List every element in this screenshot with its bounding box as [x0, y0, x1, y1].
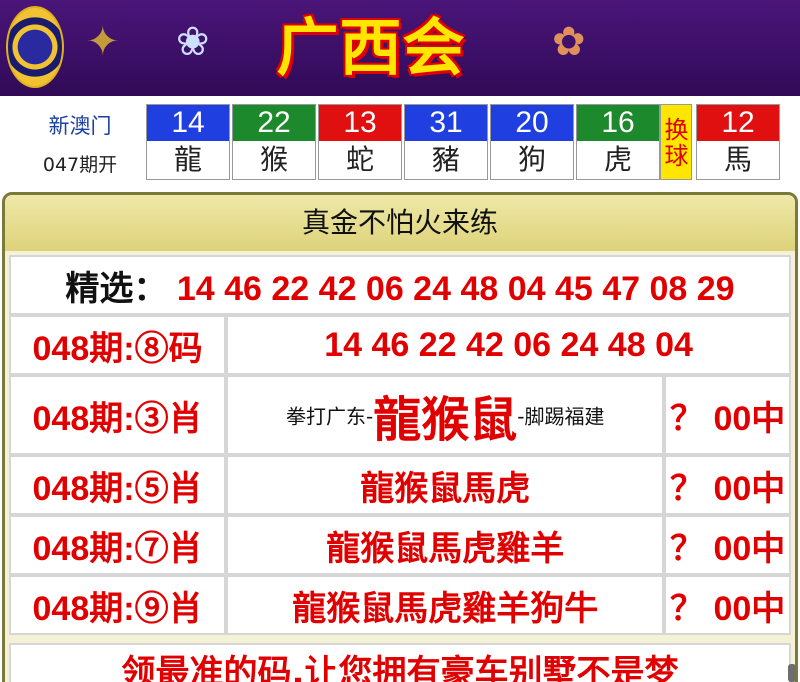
monkey-decoration-icon: ✿	[552, 19, 586, 65]
row-suffix: -脚踢福建	[517, 404, 605, 429]
row-label: 048期:⑤肖	[9, 455, 227, 515]
ball-number: 13	[319, 105, 401, 141]
pick-label: 精选：	[65, 268, 168, 309]
ball-number: 22	[233, 105, 315, 141]
row-result: ？ 00中	[664, 375, 791, 455]
draw-issue: 047期开	[42, 154, 118, 176]
slogan-banner: 领最准的码,让您拥有豪车别墅不是梦	[9, 643, 791, 682]
site-title: 广西会	[276, 11, 466, 84]
ball-number: 20	[491, 105, 573, 141]
table-row: 048期:③肖 拳打广东-龍猴鼠-脚踢福建 ？ 00中	[9, 375, 791, 455]
result-ball: 14 龍	[146, 104, 230, 180]
row-result: ？ 00中	[664, 455, 791, 515]
ball-number: 16	[577, 105, 659, 141]
result-ball: 31 豬	[404, 104, 488, 180]
draw-result-strip: 新澳门 047期开 14 龍 22 猴 13 蛇 31 豬 20 狗 16 虎 …	[0, 96, 800, 188]
site-logo	[6, 6, 64, 88]
result-ball: 22 猴	[232, 104, 316, 180]
ball-zodiac: 狗	[517, 143, 546, 176]
header-banner: ✦ ❀ 广西会 ✿	[0, 0, 800, 96]
table-row: 048期:⑤肖 龍猴鼠馬虎 ？ 00中	[9, 455, 791, 515]
row-zodiac: 龍猴鼠馬虎雞羊	[226, 515, 665, 575]
row-zodiac-cell: 拳打广东-龍猴鼠-脚踢福建	[226, 375, 665, 455]
ball-zodiac: 猴	[259, 143, 288, 176]
row-label: 048期:⑦肖	[9, 515, 227, 575]
ball-zodiac: 豬	[431, 143, 460, 176]
table-row: 048期:⑨肖 龍猴鼠馬虎雞羊狗牛 ？ 00中	[9, 575, 791, 635]
special-ball-zodiac: 馬	[723, 143, 752, 176]
row-prefix: 拳打广东-	[286, 404, 374, 429]
pick-numbers: 14 46 22 42 06 24 48 04 45 47 08 29	[176, 269, 735, 308]
row-zodiac: 龍猴鼠馬虎雞羊狗牛	[226, 575, 665, 635]
dog-decoration-icon: ❀	[176, 19, 210, 65]
panel-heading: 真金不怕火来练	[5, 195, 795, 251]
row-label: 048期:⑨肖	[9, 575, 227, 635]
switch-ball-label: 换球	[660, 104, 692, 180]
row-label: 048期:⑧码	[9, 315, 227, 375]
ball-zodiac: 蛇	[345, 143, 374, 176]
pick-cell: 精选： 14 46 22 42 06 24 48 04 45 47 08 29	[9, 255, 791, 315]
row-label: 048期:③肖	[9, 375, 227, 455]
table-row: 048期:⑧码 14 46 22 42 06 24 48 04	[9, 315, 791, 375]
result-ball: 20 狗	[490, 104, 574, 180]
row-numbers: 14 46 22 42 06 24 48 04	[226, 315, 791, 375]
ball-number: 31	[405, 105, 487, 141]
row-zodiac: 龍猴鼠馬虎	[226, 455, 665, 515]
prediction-panel: 真金不怕火来练 精选： 14 46 22 42 06 24 48 04 45 4…	[2, 192, 798, 682]
table-row: 048期:⑦肖 龍猴鼠馬虎雞羊 ？ 00中	[9, 515, 791, 575]
game-name: 新澳门	[48, 114, 112, 138]
ball-zodiac: 龍	[173, 143, 202, 176]
page-scrollbar[interactable]	[788, 664, 796, 682]
row-result: ？ 00中	[664, 575, 791, 635]
pick-row: 精选： 14 46 22 42 06 24 48 04 45 47 08 29	[9, 255, 791, 315]
special-ball-number: 12	[697, 105, 779, 141]
ball-zodiac: 虎	[603, 143, 632, 176]
row-zodiac: 龍猴鼠	[373, 392, 518, 448]
prediction-table: 精选： 14 46 22 42 06 24 48 04 45 47 08 29 …	[9, 255, 791, 635]
row-result: ？ 00中	[664, 515, 791, 575]
special-ball: 12 馬	[696, 104, 780, 180]
result-ball: 13 蛇	[318, 104, 402, 180]
result-ball: 16 虎	[576, 104, 660, 180]
ball-number: 14	[147, 105, 229, 141]
dragon-decoration-icon: ✦	[86, 19, 120, 65]
